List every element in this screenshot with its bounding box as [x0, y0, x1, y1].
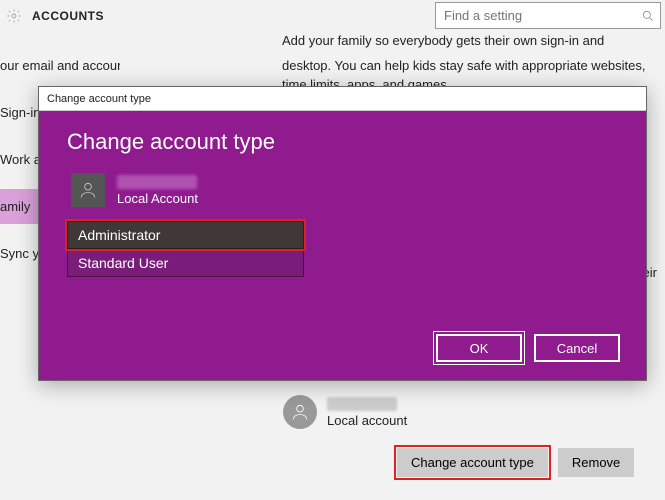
dialog-user-name-redacted: [117, 175, 197, 189]
sidebar-item-label: Sign-in: [0, 105, 40, 120]
user-card: Local account: [283, 395, 407, 429]
cancel-button[interactable]: Cancel: [534, 334, 620, 362]
sidebar-item-label: amily: [0, 199, 30, 214]
account-type-options: Administrator Standard User: [67, 221, 304, 277]
sidebar: our email and accounts Sign-in Work a am…: [0, 48, 35, 271]
change-account-type-button[interactable]: Change account type: [397, 448, 548, 477]
user-actions: Change account type Remove: [397, 448, 634, 477]
ok-button[interactable]: OK: [436, 334, 522, 362]
intro-line: Add your family so everybody gets their …: [282, 32, 660, 51]
search-box[interactable]: [435, 2, 661, 29]
user-name-redacted: [327, 397, 397, 411]
sidebar-item-email[interactable]: our email and accounts: [0, 48, 120, 83]
dialog-user-account-type: Local Account: [117, 191, 198, 206]
dialog-body: Change account type Local Account Admini…: [39, 111, 646, 380]
avatar: [283, 395, 317, 429]
dialog-window-title: Change account type: [47, 93, 151, 105]
user-account-type: Local account: [327, 413, 407, 428]
gear-icon: [6, 8, 22, 24]
option-standard-user[interactable]: Standard User: [67, 249, 304, 277]
dialog-user-row: Local Account: [67, 173, 618, 207]
remove-button[interactable]: Remove: [558, 448, 634, 477]
change-account-type-dialog: Change account type Change account type …: [38, 86, 647, 381]
search-input[interactable]: [436, 8, 636, 23]
dialog-heading: Change account type: [67, 129, 618, 155]
option-administrator[interactable]: Administrator: [67, 221, 304, 249]
dialog-titlebar: Change account type: [39, 87, 646, 111]
dialog-button-row: OK Cancel: [436, 334, 620, 362]
option-label: Administrator: [78, 227, 160, 243]
option-label: Standard User: [78, 255, 168, 271]
page-title: ACCOUNTS: [32, 9, 104, 23]
person-icon: [71, 173, 105, 207]
search-icon: [636, 9, 660, 23]
sidebar-item-label: our email and accounts: [0, 58, 120, 73]
sidebar-item-label: Work a: [0, 152, 41, 167]
